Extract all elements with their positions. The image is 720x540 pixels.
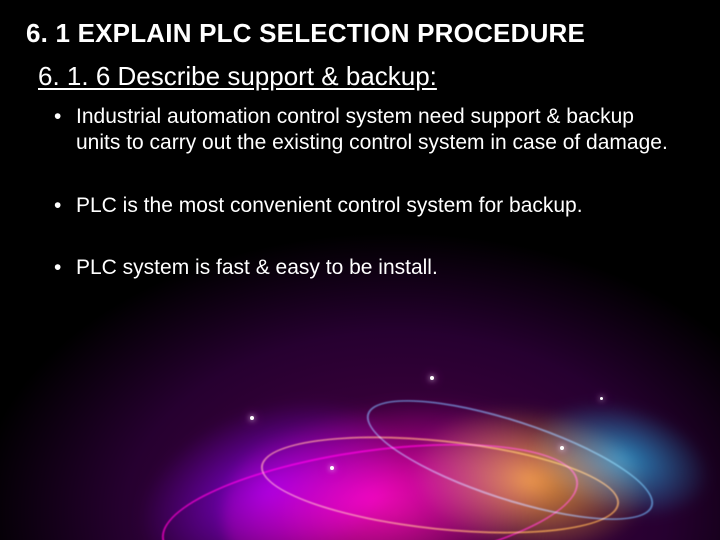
slide-title: 6. 1 EXPLAIN PLC SELECTION PROCEDURE bbox=[24, 18, 692, 49]
slide: 6. 1 EXPLAIN PLC SELECTION PROCEDURE 6. … bbox=[0, 0, 720, 540]
bullet-item: PLC system is fast & easy to be install. bbox=[54, 251, 692, 285]
slide-subtitle: 6. 1. 6 Describe support & backup: bbox=[38, 61, 692, 92]
bullet-list: Industrial automation control system nee… bbox=[24, 100, 692, 285]
bullet-item: PLC is the most convenient control syste… bbox=[54, 189, 692, 223]
slide-content: 6. 1 EXPLAIN PLC SELECTION PROCEDURE 6. … bbox=[0, 0, 720, 285]
bullet-item: Industrial automation control system nee… bbox=[54, 100, 692, 161]
